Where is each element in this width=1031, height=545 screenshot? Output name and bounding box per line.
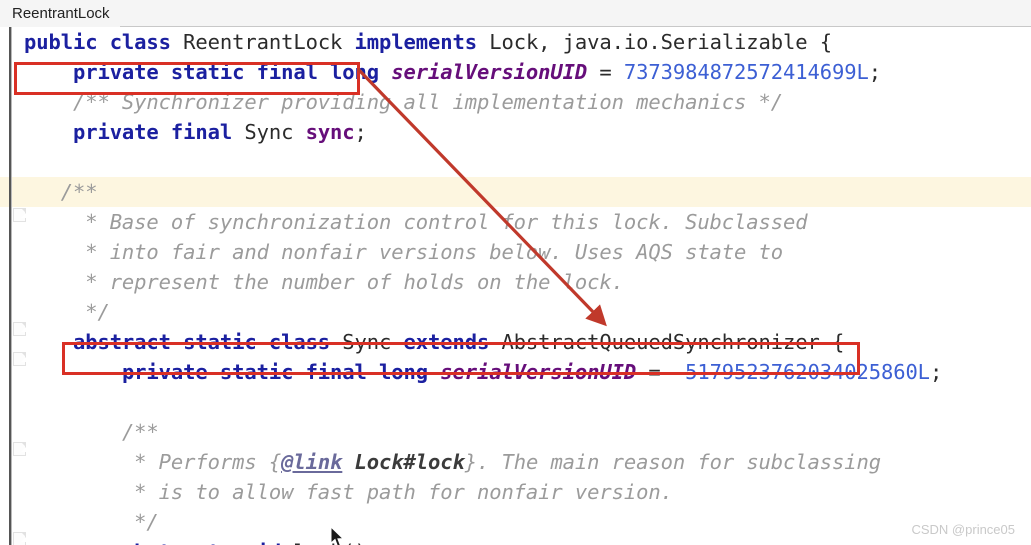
- watermark-label: CSDN @prince05: [911, 522, 1015, 537]
- gutter-separator-light: [11, 27, 12, 545]
- code-fold-marker[interactable]: [13, 442, 26, 456]
- token-class-name: ReentrantLock: [183, 30, 343, 54]
- token-super-class: AbstractQueuedSynchronizer: [501, 330, 820, 354]
- code-line: * into fair and nonfair versions below. …: [72, 240, 784, 264]
- code-fold-marker[interactable]: [13, 322, 26, 336]
- code-fold-marker[interactable]: [13, 532, 26, 545]
- code-line: * represent the number of holds on the l…: [72, 270, 624, 294]
- code-line: public class ReentrantLock implements Lo…: [24, 30, 832, 54]
- code-line: abstract void lock();: [0, 537, 1031, 545]
- code-fold-marker[interactable]: [13, 352, 26, 366]
- code-line: * is to allow fast path for nonfair vers…: [121, 480, 673, 504]
- mouse-cursor-icon: [330, 526, 345, 545]
- editor-tab-bar: ReentrantLock: [0, 0, 1031, 27]
- code-line: private static final long serialVersionU…: [72, 60, 881, 84]
- code-line: */: [121, 510, 159, 534]
- code-line: * Performs {@link Lock#lock}. The main r…: [121, 450, 881, 474]
- token-serialversionuid-value: 7373984872572414699L: [623, 60, 869, 84]
- token-inner-class-name: Sync: [342, 330, 392, 354]
- tab-reentrantlock[interactable]: ReentrantLock: [0, 0, 120, 27]
- code-line: abstract static class Sync extends Abstr…: [72, 330, 845, 354]
- code-line: /** Synchronizer providing all implement…: [72, 90, 784, 114]
- code-content: public class ReentrantLock implements Lo…: [0, 27, 1031, 545]
- code-editor[interactable]: public class ReentrantLock implements Lo…: [0, 27, 1031, 545]
- code-line-highlighted: /**: [0, 177, 1031, 207]
- code-line: private final Sync sync;: [72, 120, 367, 144]
- code-fold-marker[interactable]: [13, 208, 26, 222]
- token-serialversionuid-value: -5179523762034025860L: [672, 360, 930, 384]
- code-line: /**: [121, 420, 159, 444]
- code-line: */: [72, 300, 110, 324]
- code-line: * Base of synchronization control for th…: [72, 210, 808, 234]
- tab-title-label: ReentrantLock: [12, 4, 110, 22]
- code-line: private static final long serialVersionU…: [121, 360, 943, 384]
